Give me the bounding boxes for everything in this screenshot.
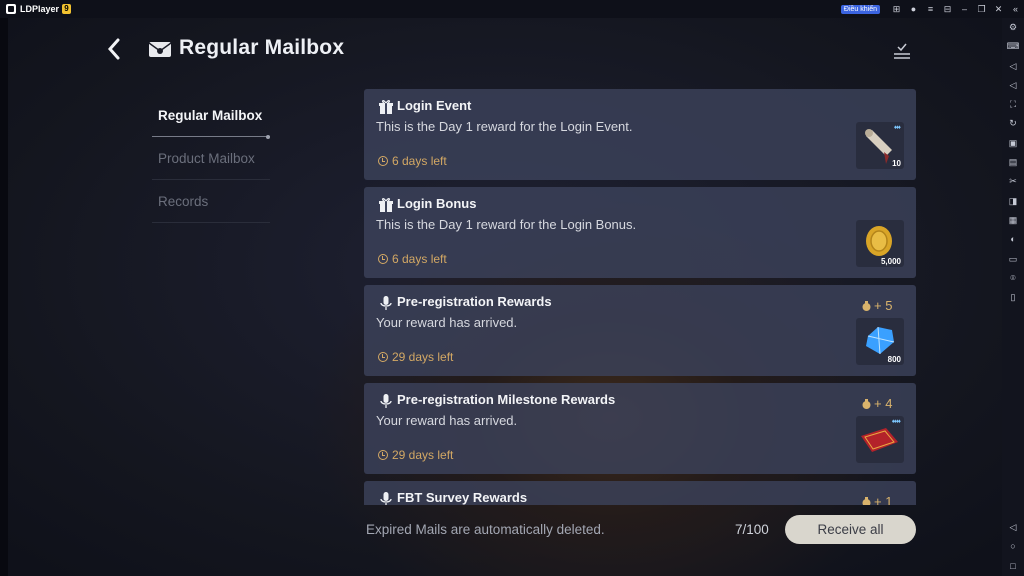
bonus-text: + 5 <box>874 298 893 313</box>
mail-title: Pre-registration Rewards <box>397 294 552 309</box>
back-nav-icon[interactable]: ◁ <box>1002 518 1024 537</box>
app-name: LDPlayer <box>20 4 60 14</box>
back-arrow-icon[interactable] <box>104 37 124 61</box>
reward-quantity: 10 <box>892 159 901 168</box>
restore-icon[interactable]: ❐ <box>973 4 990 15</box>
volume-up-icon[interactable]: ◁ <box>1002 57 1024 76</box>
bag-icon <box>862 496 871 505</box>
mail-card[interactable]: Login Bonus This is the Day 1 reward for… <box>364 187 916 278</box>
clock-icon <box>378 254 388 264</box>
microphone-icon <box>380 492 392 505</box>
ldplayer-logo-icon <box>6 4 16 14</box>
app-logo: LDPlayer 9 <box>6 4 72 14</box>
reward-quantity: 800 <box>887 355 901 364</box>
microphone-icon <box>380 394 392 408</box>
mail-subtitle: This is the Day 1 reward for the Login E… <box>376 119 633 134</box>
game-screen: Regular Mailbox Regular Mailbox Product … <box>0 18 1002 576</box>
mail-card[interactable]: Pre-registration Rewards Your reward has… <box>364 285 916 376</box>
mail-title: Pre-registration Milestone Rewards <box>397 392 616 407</box>
scissors-icon[interactable]: ✂ <box>1002 172 1024 191</box>
clock-icon <box>378 156 388 166</box>
reward-quantity: 5,000 <box>880 257 901 266</box>
menu-icon[interactable]: ≡ <box>922 4 939 14</box>
mail-eye-icon <box>148 42 172 57</box>
close-icon[interactable]: ✕ <box>990 4 1007 15</box>
mail-card[interactable]: Login Event This is the Day 1 reward for… <box>364 89 916 180</box>
microphone-icon <box>380 296 392 310</box>
left-edge <box>0 18 8 576</box>
home-nav-icon[interactable]: ○ <box>1002 537 1024 556</box>
mail-card[interactable]: FBT Survey Rewards + 1 <box>364 481 916 505</box>
expiry-text: 6 days left <box>392 154 447 168</box>
expiry-text: 29 days left <box>392 448 454 462</box>
keyboard-icon[interactable]: ⌨ <box>1002 37 1024 56</box>
mail-card[interactable]: Pre-registration Milestone Rewards Your … <box>364 383 916 474</box>
bonus-text: + 4 <box>874 396 893 411</box>
mail-expiry: 29 days left <box>378 448 453 462</box>
mail-expiry: 6 days left <box>378 154 447 168</box>
mail-title: Login Bonus <box>397 196 477 211</box>
mail-title: Login Event <box>397 98 472 113</box>
volume-down-icon[interactable]: ◁ <box>1002 76 1024 95</box>
expiry-note: Expired Mails are automatically deleted. <box>366 522 605 537</box>
version-badge: 9 <box>62 4 72 14</box>
emulator-titlebar: LDPlayer 9 Điều khiển ⊞ ● ≡ ⊟ – ❐ ✕ « <box>0 0 1024 18</box>
mail-subtitle: Your reward has arrived. <box>376 315 518 330</box>
folder-icon[interactable]: ▭ <box>1002 250 1024 269</box>
mail-expiry: 6 days left <box>378 252 447 266</box>
page-title: Regular Mailbox <box>179 36 345 59</box>
mail-subtitle: Your reward has arrived. <box>376 413 518 428</box>
minimize-window-icon[interactable]: ⊟ <box>939 4 956 15</box>
minimize-icon[interactable]: – <box>956 4 973 14</box>
expiry-text: 29 days left <box>392 350 454 364</box>
bonus-count: + 1 <box>862 494 892 505</box>
clock-icon <box>378 352 388 362</box>
tab-regular-mailbox[interactable]: Regular Mailbox <box>152 94 270 139</box>
rarity-icon: ♦♦♦ <box>893 125 901 131</box>
multi-instance-icon[interactable]: ◨ <box>1002 192 1024 211</box>
reward-item[interactable]: 800 <box>856 318 904 365</box>
clock-icon <box>378 450 388 460</box>
expiry-text: 6 days left <box>392 252 447 266</box>
tab-records[interactable]: Records <box>152 180 270 223</box>
collapse-sidebar-icon[interactable]: « <box>1007 4 1024 14</box>
sync-icon[interactable]: ↻ <box>1002 114 1024 133</box>
gamepad-icon[interactable]: ⊞ <box>888 4 905 15</box>
reward-item[interactable]: 5,000 <box>856 220 904 267</box>
bonus-count: + 4 <box>862 396 892 411</box>
bonus-count: + 5 <box>862 298 892 313</box>
account-icon[interactable]: ● <box>905 4 922 14</box>
tab-product-mailbox[interactable]: Product Mailbox <box>152 137 270 180</box>
operation-record-icon[interactable]: ◐ <box>1002 230 1024 249</box>
mailbox-nav: Regular Mailbox Product Mailbox Records <box>152 94 270 223</box>
install-apk-icon[interactable]: ▣ <box>1002 134 1024 153</box>
reward-item[interactable]: ♦♦♦ 10 <box>856 122 904 169</box>
bag-icon <box>862 398 871 409</box>
recents-nav-icon[interactable]: □ <box>1002 557 1024 576</box>
emulator-toolbar: ⚙ ⌨ ◁ ◁ ⛶ ↻ ▣ ▤ ✂ ◨ ▦ ◐ ▭ ⌾ ▯ ◁ ○ □ <box>1002 18 1024 576</box>
script-icon[interactable]: ▦ <box>1002 211 1024 230</box>
control-button[interactable]: Điều khiển <box>840 4 880 14</box>
mail-title: FBT Survey Rewards <box>397 490 528 505</box>
bag-icon <box>862 300 871 311</box>
shake-icon[interactable]: ▯ <box>1002 288 1024 307</box>
mail-list[interactable]: Login Event This is the Day 1 reward for… <box>364 89 916 505</box>
gift-box-icon <box>379 100 393 114</box>
fullscreen-icon[interactable]: ⛶ <box>1002 95 1024 114</box>
settings-icon[interactable]: ⚙ <box>1002 18 1024 37</box>
gift-box-icon <box>379 198 393 212</box>
reward-item[interactable]: ♦♦♦♦ <box>856 416 904 463</box>
rarity-icon: ♦♦♦♦ <box>891 419 901 425</box>
bonus-text: + 1 <box>874 494 893 505</box>
mail-count: 7/100 <box>735 522 769 537</box>
mail-expiry: 29 days left <box>378 350 453 364</box>
select-all-icon[interactable] <box>892 43 912 61</box>
record-icon[interactable]: ▤ <box>1002 153 1024 172</box>
receive-all-button[interactable]: Receive all <box>785 515 916 544</box>
mail-subtitle: This is the Day 1 reward for the Login B… <box>376 217 637 232</box>
location-icon[interactable]: ⌾ <box>1002 269 1024 288</box>
